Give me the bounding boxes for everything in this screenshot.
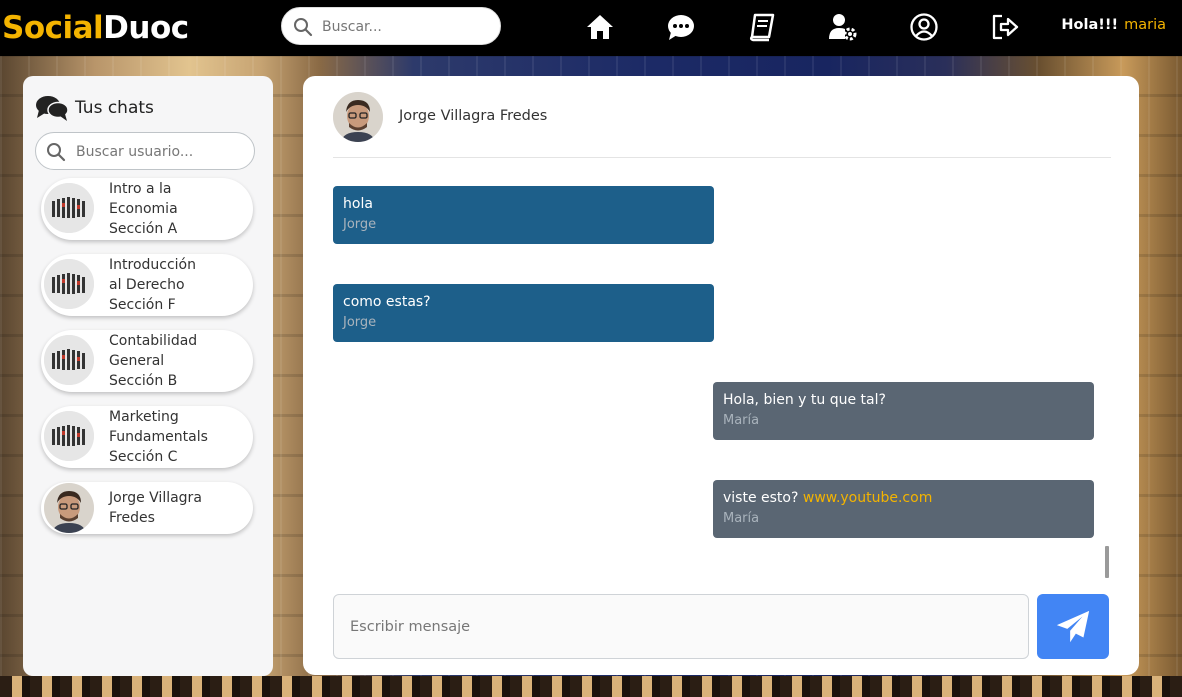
message-author: María xyxy=(723,511,760,526)
message-author: Jorge xyxy=(343,217,377,232)
chat-item-name: Marketing Fundamentals Sección C xyxy=(109,409,208,465)
message-input[interactable] xyxy=(350,617,1010,637)
brand-logo[interactable]: SocialDuoc xyxy=(2,10,189,46)
message-text: viste esto? www.youtube.com xyxy=(723,490,933,506)
book-icon[interactable] xyxy=(746,11,778,43)
message-bubble: viste esto? www.youtube.com María xyxy=(713,480,1094,538)
message-bubble: como estas? Jorge xyxy=(333,284,714,342)
chat-item-name: Intro a la Economia Sección A xyxy=(109,181,178,237)
message-bubble: Hola, bien y tu que tal? María xyxy=(713,382,1094,440)
message-text: hola xyxy=(343,196,373,212)
chat-item-marketing[interactable]: Marketing Fundamentals Sección C xyxy=(41,406,253,468)
chat-item-contabilidad[interactable]: Contabilidad General Sección B xyxy=(41,330,253,392)
message-author: María xyxy=(723,413,760,428)
message-text: como estas? xyxy=(343,294,431,310)
send-button[interactable] xyxy=(1037,594,1109,659)
profile-icon[interactable] xyxy=(908,11,940,43)
message-composer xyxy=(333,594,1029,659)
contact-avatar[interactable] xyxy=(333,92,383,142)
conversation-header: Jorge Villagra Fredes xyxy=(333,92,1111,158)
search-icon xyxy=(293,17,313,37)
brand-part-duoc: Duoc xyxy=(103,10,189,46)
global-search-input[interactable] xyxy=(322,17,492,37)
chat-item-intro-economia[interactable]: Intro a la Economia Sección A xyxy=(41,178,253,240)
greeting-username[interactable]: maria xyxy=(1124,17,1166,33)
greeting-text: Hola!!! xyxy=(1061,17,1119,33)
group-avatar xyxy=(44,411,94,461)
chats-sidebar: Tus chats Intro a laEconomiaSección A xyxy=(23,76,273,676)
chat-item-jorge-villagra[interactable]: Jorge Villagra Fredes xyxy=(41,482,253,534)
background-floor xyxy=(0,676,1182,697)
chat-item-name: Jorge Villagra Fredes xyxy=(109,490,202,526)
user-greeting: Hola!!! maria xyxy=(1061,17,1166,33)
contact-name: Jorge Villagra Fredes xyxy=(399,108,548,124)
group-avatar xyxy=(44,183,94,233)
message-link[interactable]: www.youtube.com xyxy=(803,490,932,506)
sidebar-title: Tus chats xyxy=(75,98,154,118)
chat-item-name: Contabilidad General Sección B xyxy=(109,333,198,389)
person-avatar xyxy=(44,483,94,533)
sidebar-header: Tus chats xyxy=(35,94,154,122)
group-avatar xyxy=(44,335,94,385)
search-icon xyxy=(46,142,66,162)
message-text: Hola, bien y tu que tal? xyxy=(723,392,886,408)
chat-item-intro-derecho[interactable]: Introducción al Derecho Sección F xyxy=(41,254,253,316)
home-icon[interactable] xyxy=(584,11,616,43)
send-icon xyxy=(1056,610,1090,642)
message-list: hola Jorge como estas? Jorge Hola, bien … xyxy=(333,186,1094,556)
group-avatar xyxy=(44,259,94,309)
logout-icon[interactable] xyxy=(989,11,1021,43)
brand-part-social: Social xyxy=(2,10,104,46)
user-search-input[interactable] xyxy=(76,142,246,162)
global-search xyxy=(281,7,501,45)
user-settings-icon[interactable] xyxy=(827,11,859,43)
scrollbar-thumb[interactable] xyxy=(1105,546,1109,578)
conversation-panel: Jorge Villagra Fredes hola Jorge como es… xyxy=(303,76,1139,675)
message-bubble: hola Jorge xyxy=(333,186,714,244)
chat-icon[interactable] xyxy=(665,11,697,43)
chat-list: Intro a la Economia Sección A Introducción… xyxy=(41,178,253,548)
chat-item-name: Introducción al Derecho Sección F xyxy=(109,257,196,313)
user-search xyxy=(35,132,255,170)
chats-icon xyxy=(36,96,69,121)
message-author: Jorge xyxy=(343,315,377,330)
top-navbar: SocialDuoc Hola!!! maria xyxy=(0,0,1182,56)
